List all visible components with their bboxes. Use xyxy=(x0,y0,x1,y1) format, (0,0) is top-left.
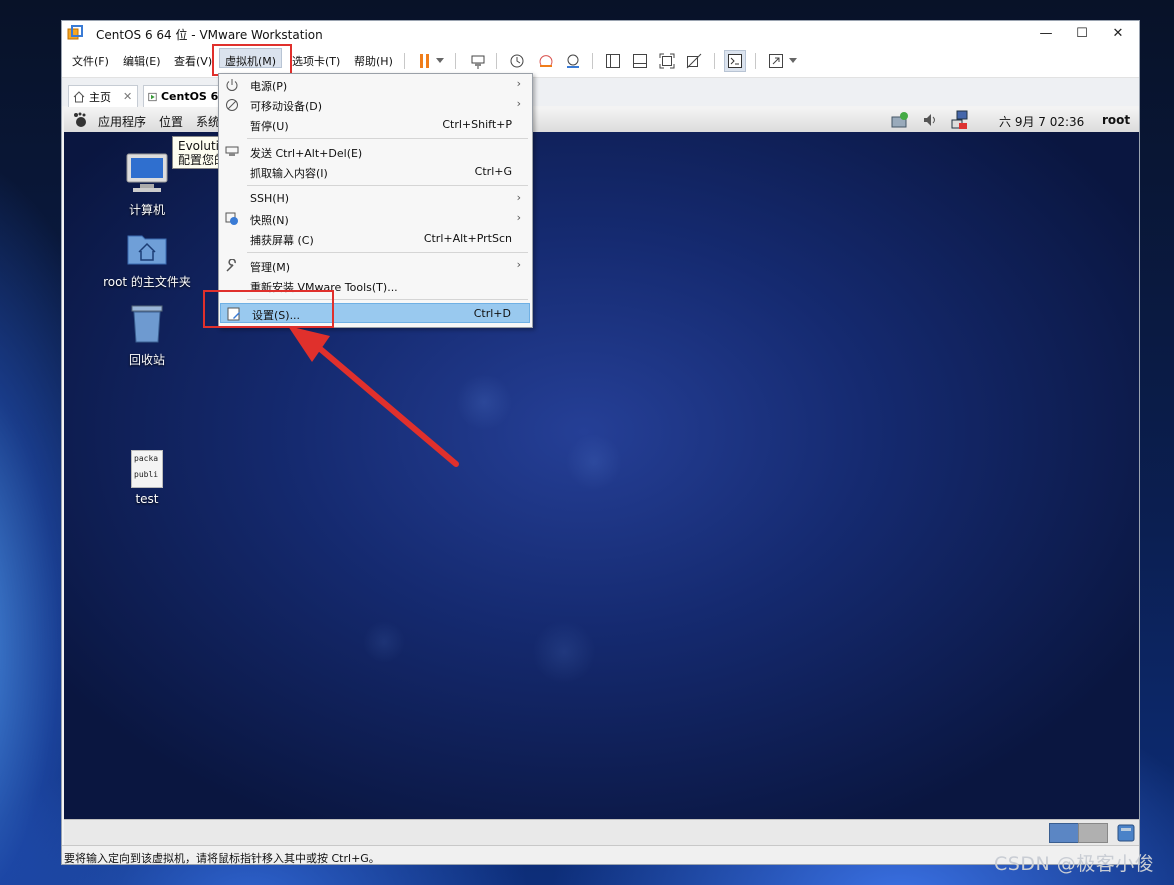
annotation-arrow-icon xyxy=(288,326,459,467)
watermark: CSDN @极客小俊 xyxy=(994,853,1155,875)
